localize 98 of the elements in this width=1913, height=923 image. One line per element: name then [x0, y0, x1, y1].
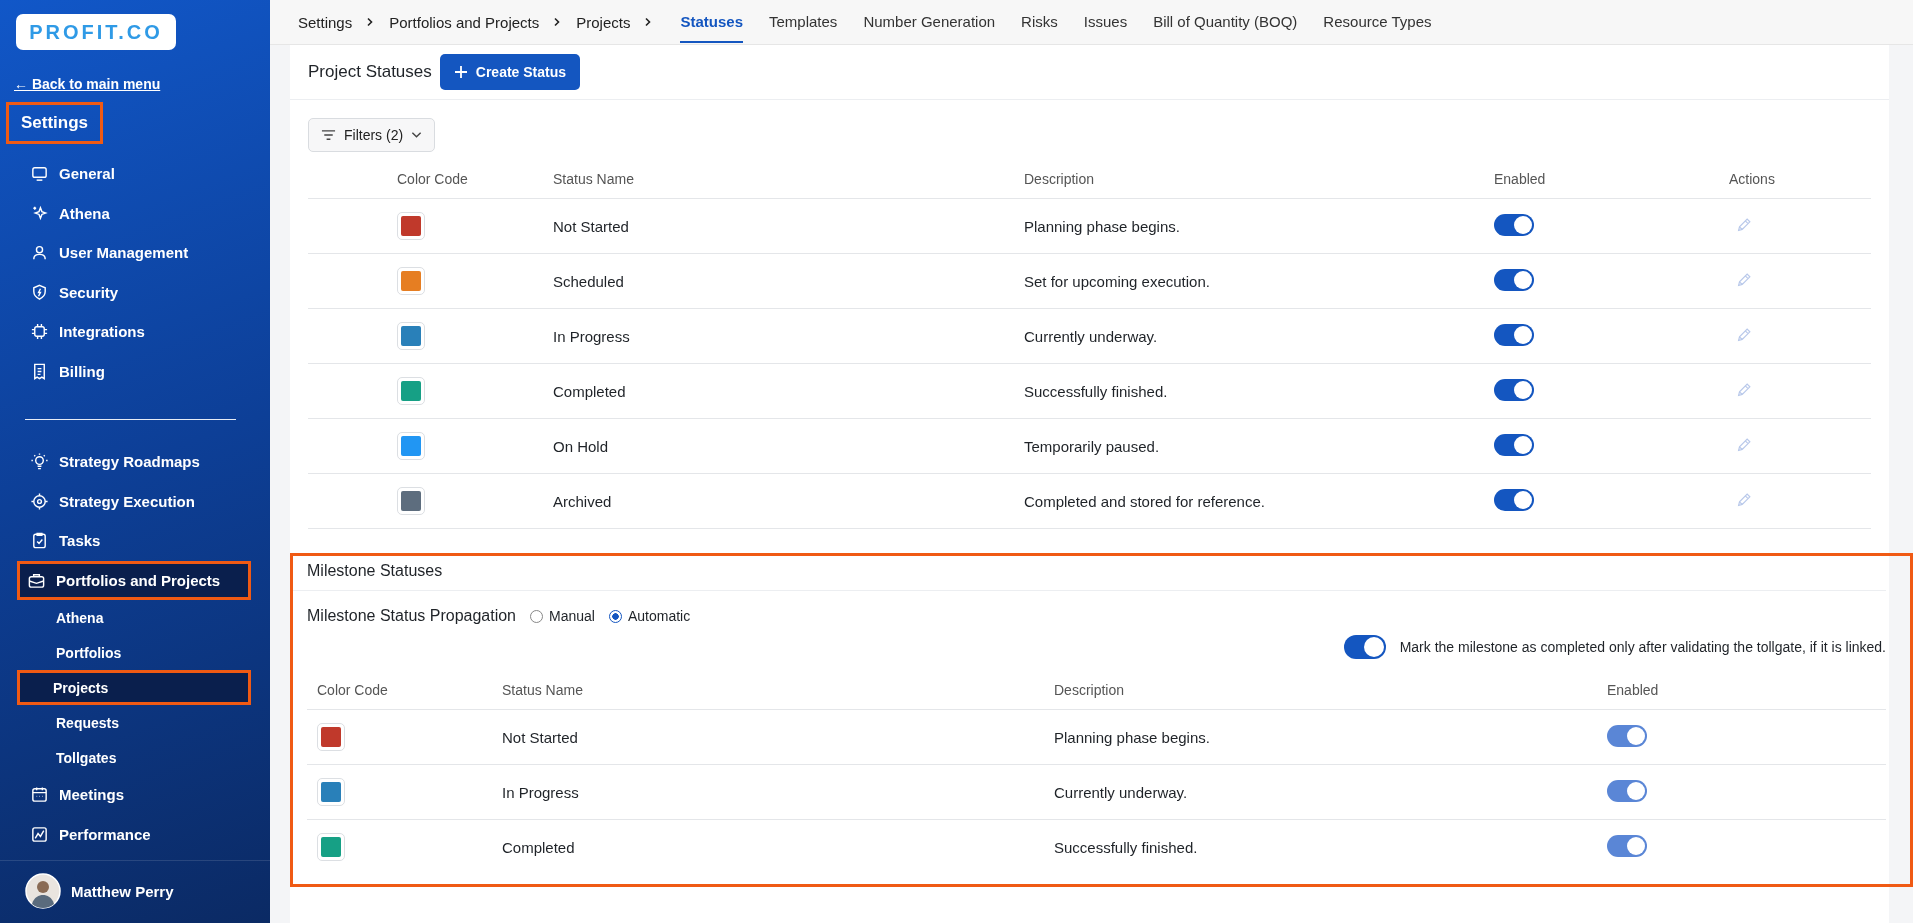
color-swatch	[397, 432, 425, 460]
table-cell-text: Not Started	[553, 217, 630, 235]
column-header: Enabled	[1494, 171, 1547, 187]
section-title: Project Statuses	[308, 62, 432, 82]
tab[interactable]: Statuses	[680, 1, 743, 43]
toggle-label: Mark the milestone as completed only after validating the tollgate, if it is linked.	[1399, 639, 1886, 655]
shield-icon	[30, 282, 49, 302]
sidebar-item[interactable]: Security	[0, 272, 258, 312]
color-swatch	[397, 267, 425, 295]
sidebar-item[interactable]: Strategy Roadmaps	[0, 442, 258, 482]
radio-option[interactable]: Manual	[530, 608, 595, 624]
sparkle-icon	[30, 203, 49, 223]
column-header: Status Name	[553, 171, 635, 187]
clipboard-icon	[30, 531, 49, 551]
chart-icon	[30, 824, 49, 844]
color-swatch	[397, 212, 425, 240]
logo: PROFIT.CO	[16, 14, 176, 50]
table-cell-text: Set for upcoming execution.	[1024, 272, 1211, 290]
chip-icon	[30, 322, 49, 342]
enabled-toggle[interactable]	[1494, 213, 1534, 236]
table-cell-text: Planning phase begins.	[1024, 217, 1181, 235]
breadcrumb-link[interactable]: Portfolios and Projects	[389, 13, 540, 31]
table-cell-text: Not Started	[502, 728, 579, 746]
column-header: Enabled	[1607, 682, 1660, 698]
sidebar-item[interactable]: Strategy Execution	[0, 481, 258, 521]
sidebar-subitem[interactable]: Athena	[0, 600, 258, 635]
caret-icon	[411, 131, 423, 139]
column-header: Description	[1054, 682, 1126, 698]
column-header: Status Name	[502, 682, 584, 698]
color-swatch	[317, 778, 345, 806]
breadcrumb-link[interactable]: Projects	[576, 13, 631, 31]
tab[interactable]: Resource Types	[1323, 1, 1432, 43]
sidebar-item[interactable]: Athena	[0, 193, 258, 233]
sidebar-item[interactable]: Performance	[0, 814, 258, 854]
create-status-button[interactable]: Create Status	[439, 54, 581, 90]
color-swatch	[317, 833, 345, 861]
table-cell-text: Currently underway.	[1024, 327, 1159, 345]
column-header: Color Code	[397, 171, 469, 187]
chevron-icon	[553, 17, 562, 27]
chevron-icon	[644, 17, 653, 27]
tab[interactable]: Issues	[1083, 1, 1128, 43]
sidebar-item[interactable]: Tasks	[0, 521, 258, 561]
table-cell-text: Currently underway.	[1054, 783, 1189, 801]
column-header: Actions	[1729, 171, 1776, 187]
sidebar-item[interactable]: Meetings	[0, 775, 258, 815]
sidebar-item[interactable]: Integrations	[0, 312, 258, 352]
filters-button[interactable]: Filters (2)	[308, 118, 436, 152]
chevron-icon	[366, 17, 375, 27]
tab[interactable]: Bill of Quantity (BOQ)	[1153, 1, 1298, 43]
enabled-toggle[interactable]	[1494, 378, 1534, 401]
radio-option[interactable]: Automatic	[608, 608, 691, 624]
column-header: Color Code	[317, 682, 389, 698]
sidebar-item[interactable]: Portfolios and Projects	[17, 560, 251, 600]
tab[interactable]: Number Generation	[863, 1, 996, 43]
table-cell-text: Completed	[502, 838, 576, 856]
sidebar-item[interactable]: General	[0, 154, 258, 194]
column-header: Description	[1024, 171, 1096, 187]
table-cell-text: Temporarily paused.	[1024, 437, 1161, 455]
table-cell-text: In Progress	[502, 783, 580, 801]
table-cell-text: Archived	[553, 492, 613, 510]
table-cell-text: Completed	[553, 382, 627, 400]
section-title: Milestone Statuses	[293, 556, 1886, 591]
sidebar-item[interactable]: User Management	[0, 233, 258, 273]
breadcrumb-link[interactable]: Settings	[298, 13, 353, 31]
table-cell-text: In Progress	[553, 327, 631, 345]
color-swatch	[317, 723, 345, 751]
sidebar-subitem[interactable]: Portfolios	[0, 635, 258, 670]
enabled-toggle[interactable]	[1494, 488, 1534, 511]
tab[interactable]: Templates	[769, 1, 838, 43]
monitor-icon	[30, 164, 49, 184]
calendar-icon	[30, 785, 49, 805]
tab[interactable]: Risks	[1021, 1, 1058, 43]
enabled-toggle[interactable]	[1494, 323, 1534, 346]
sidebar-subitem[interactable]: Tollgates	[0, 740, 258, 775]
user-name: Matthew Perry	[71, 882, 174, 900]
avatar-icon[interactable]	[25, 873, 61, 909]
enabled-toggle[interactable]	[1494, 433, 1534, 456]
bulb-icon	[30, 452, 49, 472]
table-cell-text: Successfully finished.	[1054, 838, 1199, 856]
propagation-label: Milestone Status Propagation	[307, 607, 516, 625]
table-cell-text: On Hold	[553, 437, 610, 455]
enabled-toggle[interactable]	[1494, 268, 1534, 291]
table-cell-text: Successfully finished.	[1024, 382, 1169, 400]
table-cell-text: Planning phase begins.	[1054, 728, 1211, 746]
color-swatch	[397, 322, 425, 350]
tollgate-toggle[interactable]	[1343, 635, 1386, 659]
color-swatch	[397, 487, 425, 515]
plus-icon	[453, 65, 468, 79]
sidebar-subitem[interactable]: Projects	[17, 670, 251, 705]
color-swatch	[397, 377, 425, 405]
target-icon	[30, 491, 49, 511]
sidebar-item[interactable]: Billing	[0, 351, 258, 391]
table-cell-text: Scheduled	[553, 272, 625, 290]
filter-icon	[321, 129, 336, 141]
back-link[interactable]: ← Back to main menu	[14, 76, 270, 92]
settings-heading: Settings	[6, 102, 104, 144]
table-cell-text: Completed and stored for reference.	[1024, 492, 1266, 510]
sidebar-subitem[interactable]: Requests	[0, 705, 258, 740]
